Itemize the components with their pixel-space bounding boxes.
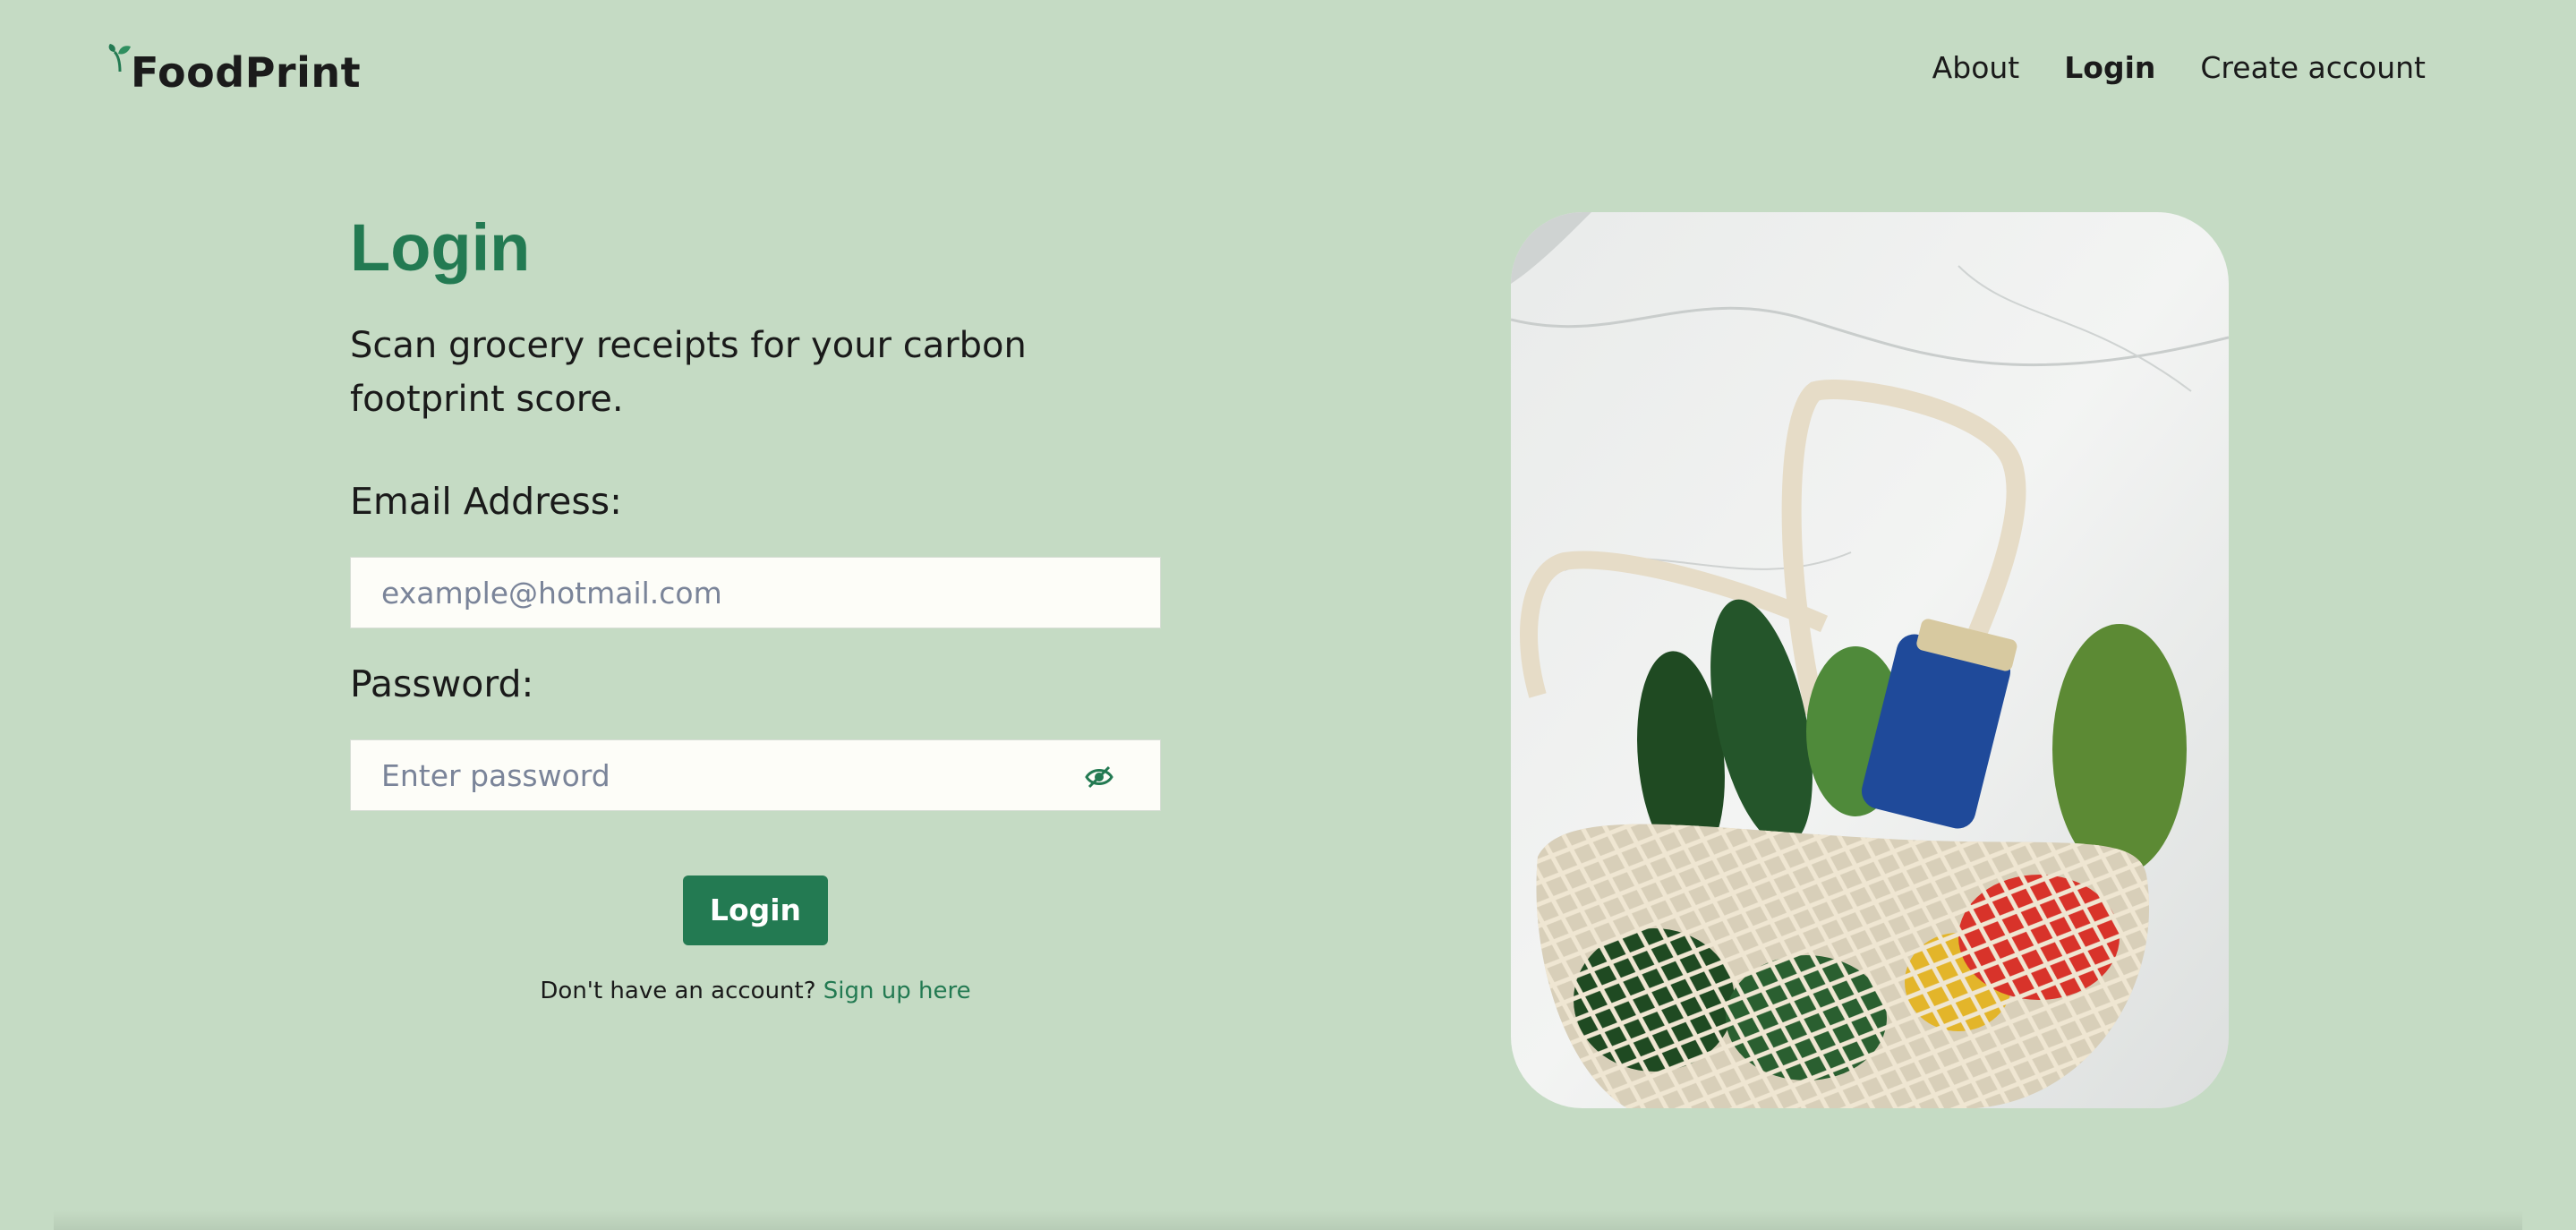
app-name: FoodPrint — [131, 48, 362, 97]
eye-slash-icon[interactable] — [1085, 762, 1113, 797]
page-title: Login — [350, 210, 531, 285]
logo[interactable]: FoodPrint — [107, 38, 361, 97]
password-placeholder: Enter password — [381, 757, 610, 793]
page-subtitle: Scan grocery receipts for your carbon fo… — [350, 325, 1027, 420]
login-button-container: Login — [350, 876, 1161, 945]
nav-create-account-link[interactable]: Create account — [2200, 50, 2426, 85]
email-field[interactable]: example@hotmail.com — [350, 557, 1161, 628]
email-label: Email Address: — [350, 480, 622, 523]
password-label: Password: — [350, 662, 534, 705]
signup-prompt: Don't have an account? Sign up here — [350, 978, 1161, 1004]
login-form: Login Scan grocery receipts for your car… — [350, 206, 1161, 1004]
top-navigation-bar: FoodPrint About Login Create account — [0, 0, 2576, 143]
bottom-divider — [54, 1210, 2522, 1230]
login-button[interactable]: Login — [683, 876, 828, 945]
main-nav: About Login Create account — [1932, 50, 2426, 85]
signup-link[interactable]: Sign up here — [823, 978, 971, 1004]
password-field[interactable]: Enter password — [350, 739, 1161, 811]
grocery-bag-image — [1511, 212, 2229, 1108]
signup-prompt-text: Don't have an account? — [540, 978, 816, 1004]
email-placeholder: example@hotmail.com — [381, 575, 722, 611]
nav-about-link[interactable]: About — [1932, 50, 2020, 85]
nav-login-link[interactable]: Login — [2064, 50, 2155, 85]
